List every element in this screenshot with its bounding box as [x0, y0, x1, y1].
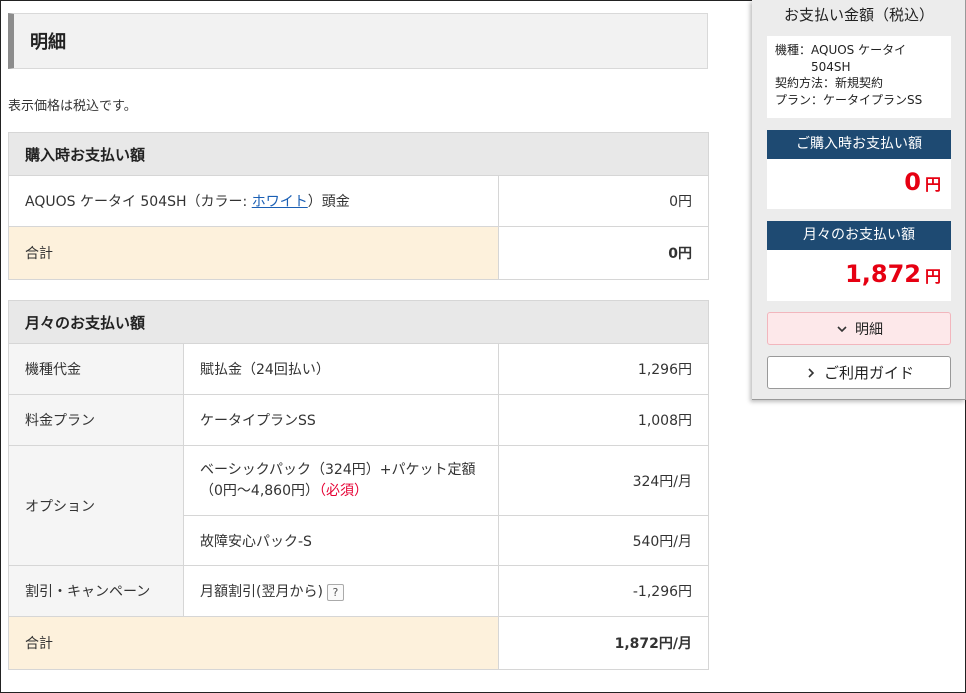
purchase-total-row: 合計 0円	[8, 226, 710, 280]
page-title-text: 明細	[30, 32, 66, 53]
detail-button[interactable]: 明細	[767, 312, 951, 345]
purchase-item-amount: 0円	[497, 175, 710, 227]
purchase-total-label: 合計	[8, 226, 499, 280]
sidebar-title: お支払い金額（税込）	[783, 6, 934, 24]
row-item: ケータイプランSS	[183, 394, 499, 446]
row-category: 割引・キャンペーン	[8, 565, 184, 617]
row-amount: -1,296円	[497, 565, 710, 617]
guide-button[interactable]: ご利用ガイド	[767, 356, 951, 389]
payment-summary-sidebar: お支払い金額（税込） 機種：AQUOS ケータイ 504SH 契約方法：新規契約…	[752, 0, 966, 400]
required-note: （必須）	[319, 482, 368, 499]
row-amount: 540円/月	[497, 515, 710, 566]
monthly-total-amount: 1,872円/月	[497, 616, 710, 670]
purchase-amount-box: ご購入時お支払い額 0円	[767, 130, 951, 209]
monthly-total-row: 合計 1,872円/月	[8, 616, 710, 670]
row-category: 機種代金	[8, 343, 184, 395]
model-cont: 504SH	[811, 59, 851, 74]
row-item: 月額割引(翌月から)?	[183, 565, 499, 617]
purchase-item: AQUOS ケータイ 504SH（カラー: ホワイト）頭金	[8, 175, 499, 227]
row-amount: 324円/月	[497, 445, 710, 516]
monthly-total-label: 合計	[8, 616, 499, 670]
row-category: オプション	[8, 445, 184, 566]
contract-label: 契約方法：新規契約	[775, 76, 884, 90]
page-title: 明細	[8, 13, 708, 69]
chevron-down-icon	[837, 325, 847, 332]
question-icon[interactable]: ?	[326, 583, 344, 601]
purchase-total-amount: 0円	[497, 226, 710, 280]
row-item: 故障安心パック-S	[183, 515, 499, 566]
table-row: 機種代金 賦払金（24回払い） 1,296円	[8, 343, 710, 395]
row-amount: 1,008円	[497, 394, 710, 446]
sidebar-info: 機種：AQUOS ケータイ 504SH 契約方法：新規契約 プラン：ケータイプラ…	[767, 36, 951, 118]
table-row: 料金プラン ケータイプランSS 1,008円	[8, 394, 710, 446]
monthly-section-title: 月々のお支払い額	[7, 300, 710, 344]
detail-button-label: 明細	[855, 321, 883, 338]
table-row: 割引・キャンペーン 月額割引(翌月から)? -1,296円	[8, 565, 710, 617]
tax-note: 表示価格は税込です。	[8, 99, 137, 114]
purchase-section-title: 購入時お支払い額	[7, 132, 710, 176]
row-amount: 1,296円	[497, 343, 710, 395]
table-row: オプション ベーシックパック（324円）+パケット定額（0円～4,860円）（必…	[8, 445, 710, 566]
plan-label: プラン：ケータイプランSS	[775, 92, 923, 107]
purchase-amount-head: ご購入時お支払い額	[767, 130, 951, 159]
row-item: 賦払金（24回払い）	[183, 343, 499, 395]
guide-button-label: ご利用ガイド	[823, 364, 914, 382]
purchase-table: 購入時お支払い額 AQUOS ケータイ 504SH（カラー: ホワイト）頭金 0…	[7, 132, 710, 280]
model-label: 機種：AQUOS ケータイ	[775, 43, 907, 57]
row-category: 料金プラン	[8, 394, 184, 446]
monthly-amount-box: 月々のお支払い額 1,872 円	[767, 221, 951, 301]
monthly-table: 月々のお支払い額 機種代金 賦払金（24回払い） 1,296円 料金プラン ケー…	[7, 300, 710, 670]
monthly-amount-value: 1,872 円	[845, 260, 941, 288]
monthly-amount-head: 月々のお支払い額	[767, 221, 951, 250]
row-item: ベーシックパック（324円）+パケット定額（0円～4,860円）（必須）	[183, 445, 499, 516]
color-link[interactable]: ホワイト	[252, 194, 308, 210]
table-row: AQUOS ケータイ 504SH（カラー: ホワイト）頭金 0円	[8, 175, 710, 227]
purchase-amount-value: 0円	[904, 168, 941, 196]
chevron-right-icon	[808, 367, 815, 378]
